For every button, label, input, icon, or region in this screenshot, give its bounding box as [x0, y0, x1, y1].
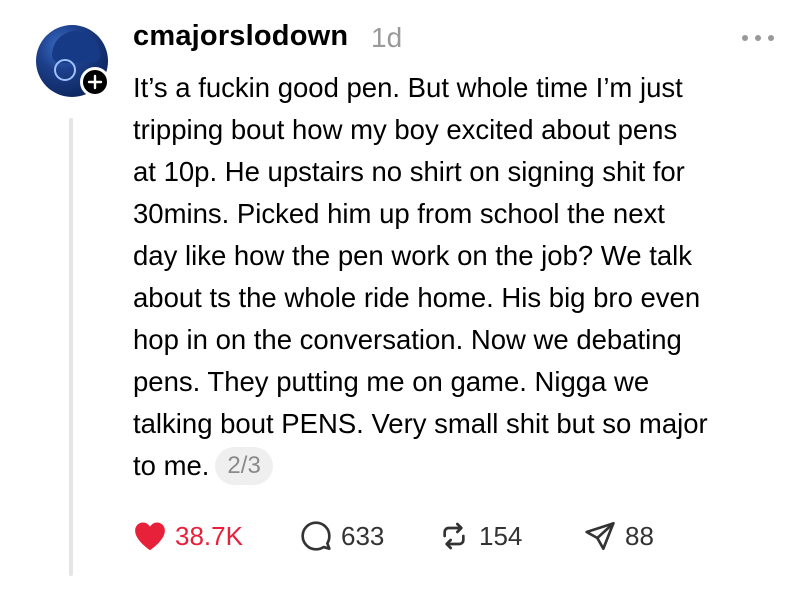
post-line-last: to me. 2/3	[133, 445, 793, 487]
thread-position-badge[interactable]: 2/3	[215, 446, 273, 485]
post-line: tripping bout how my boy excited about p…	[133, 114, 678, 145]
thread-line	[69, 118, 73, 576]
post-line-text: to me.	[133, 450, 210, 481]
reply-button[interactable]: 633	[299, 515, 384, 557]
like-button[interactable]: 38.7K	[133, 515, 243, 557]
dot	[768, 35, 774, 41]
post-line: at 10p. He upstairs no shirt on signing …	[133, 156, 685, 187]
post-line: 30mins. Picked him up from school the ne…	[133, 198, 665, 229]
share-count: 88	[625, 520, 654, 551]
post-line: pens. They putting me on game. Nigga we	[133, 366, 650, 397]
timestamp[interactable]: 1d	[371, 22, 402, 54]
share-button[interactable]: 88	[583, 515, 654, 557]
speech-bubble-icon	[299, 519, 333, 553]
repost-count: 154	[479, 520, 523, 551]
username[interactable]: cmajorslodown	[133, 20, 348, 53]
repost-icon	[437, 519, 471, 553]
more-options-icon[interactable]	[742, 28, 774, 48]
paper-plane-icon	[583, 519, 617, 553]
post-line: day like how the pen work on the job? We…	[133, 240, 692, 271]
dot	[742, 35, 748, 41]
dot	[755, 35, 761, 41]
avatar-logo-shape	[54, 59, 76, 81]
action-bar: 38.7K 633 154 88	[133, 515, 753, 557]
plus-icon	[87, 74, 103, 90]
post-line: hop in on the conversation. Now we debat…	[133, 324, 682, 355]
post-body: It’s a fuckin good pen. But whole time I…	[133, 67, 793, 487]
like-count: 38.7K	[175, 520, 243, 551]
post-line: about ts the whole ride home. His big br…	[133, 282, 701, 313]
follow-button[interactable]	[80, 67, 110, 97]
heart-icon	[133, 519, 167, 553]
post-line: It’s a fuckin good pen. But whole time I…	[133, 72, 683, 103]
post-line: talking bout PENS. Very small shit but s…	[133, 408, 708, 439]
avatar-cap-shape	[52, 31, 100, 63]
reply-count: 633	[341, 520, 385, 551]
repost-button[interactable]: 154	[437, 515, 522, 557]
